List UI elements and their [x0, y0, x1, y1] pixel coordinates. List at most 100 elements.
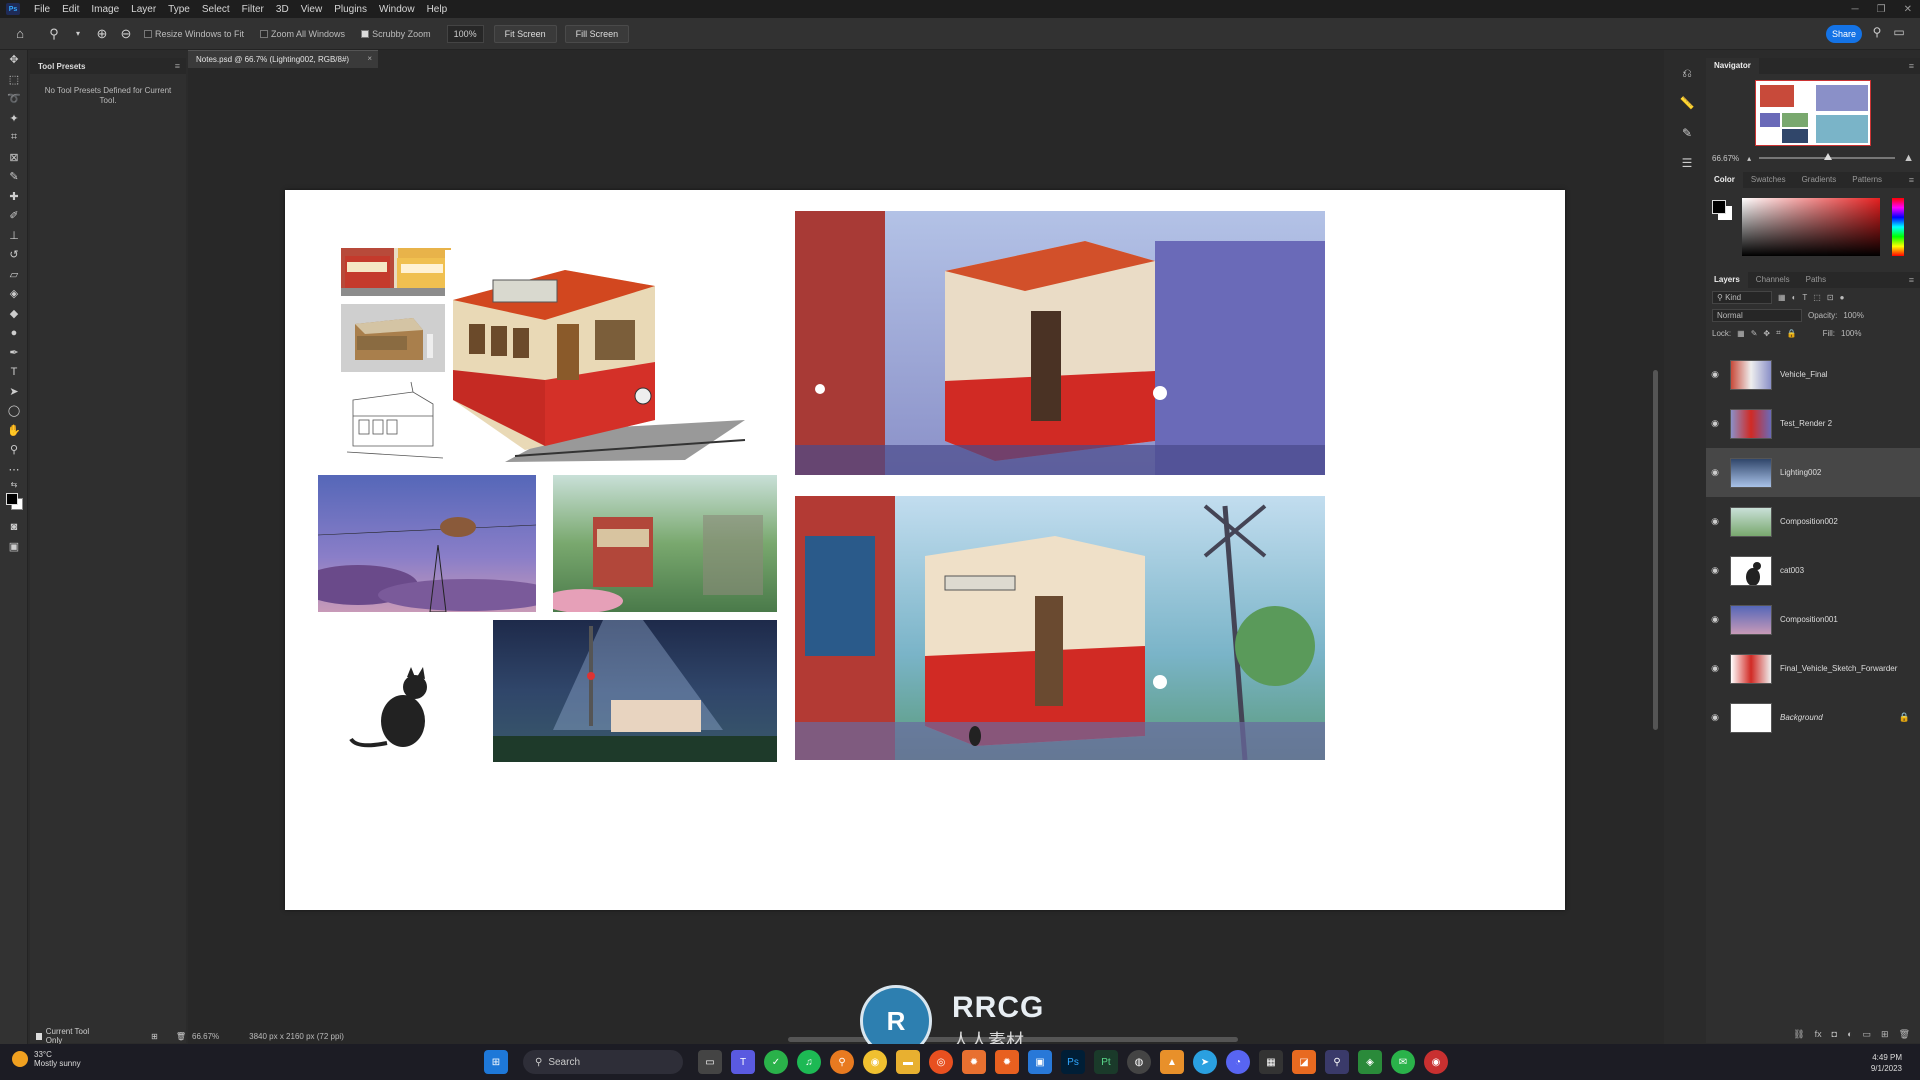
navigator-tab[interactable]: Navigator: [1706, 58, 1759, 74]
tab-gradients[interactable]: Gradients: [1794, 172, 1845, 188]
layer-row[interactable]: ◉ Vehicle_Final: [1706, 350, 1920, 399]
blender-2-icon[interactable]: ✹: [995, 1050, 1019, 1074]
resize-windows-checkbox[interactable]: Resize Windows to Fit: [144, 29, 244, 39]
app-grid-icon[interactable]: ▦: [1259, 1050, 1283, 1074]
teams-icon[interactable]: T: [731, 1050, 755, 1074]
menu-file[interactable]: File: [28, 4, 56, 15]
zoom-out-icon[interactable]: ⊖: [116, 24, 136, 44]
lock-transparency-icon[interactable]: ▦: [1737, 329, 1745, 338]
search-app-icon[interactable]: ⚲: [830, 1050, 854, 1074]
zoom-in-large-icon[interactable]: ▲: [1903, 152, 1914, 164]
panel-menu-icon[interactable]: ≡: [175, 61, 180, 71]
canvas[interactable]: [285, 190, 1565, 910]
link-layers-icon[interactable]: ⛓: [1793, 1029, 1804, 1040]
zoom-tool-icon[interactable]: ⚲: [44, 24, 64, 44]
pen-tool-icon[interactable]: ✒: [0, 343, 28, 363]
filter-toggle-icon[interactable]: ●: [1840, 293, 1845, 302]
chrome-icon[interactable]: ◉: [863, 1050, 887, 1074]
blur-tool-icon[interactable]: ◆: [0, 304, 28, 324]
tab-patterns[interactable]: Patterns: [1844, 172, 1890, 188]
minimize-icon[interactable]: ─: [1852, 4, 1859, 15]
layer-row[interactable]: ◉ Composition002: [1706, 497, 1920, 546]
vertical-scrollbar[interactable]: [1653, 370, 1658, 730]
tab-color[interactable]: Color: [1706, 172, 1743, 188]
app-nvidia-icon[interactable]: ◈: [1358, 1050, 1382, 1074]
panel-menu-icon[interactable]: ≡: [1909, 175, 1914, 185]
tab-paths[interactable]: Paths: [1798, 272, 1834, 288]
hue-slider[interactable]: [1892, 198, 1904, 256]
telegram-icon[interactable]: ➤: [1193, 1050, 1217, 1074]
eye-icon[interactable]: ◉: [1706, 614, 1724, 625]
layer-row[interactable]: ◉ Final_Vehicle_Sketch_Forwarder: [1706, 644, 1920, 693]
filter-pixel-icon[interactable]: ▦: [1778, 293, 1786, 302]
restore-icon[interactable]: ❐: [1877, 4, 1886, 15]
layer-row[interactable]: ◉ Lighting002: [1706, 448, 1920, 497]
windows-start-icon[interactable]: ⊞: [484, 1050, 508, 1074]
blend-mode-select[interactable]: Normal: [1712, 308, 1802, 322]
path-selection-tool-icon[interactable]: ➤: [0, 382, 28, 402]
scrubby-zoom-checkbox[interactable]: Scrubby Zoom: [361, 29, 431, 39]
type-tool-icon[interactable]: T: [0, 362, 28, 382]
filter-type-icon[interactable]: T: [1802, 293, 1807, 302]
color-fg-bg-swatches[interactable]: [1712, 200, 1734, 222]
eye-icon[interactable]: ◉: [1706, 369, 1724, 380]
foreground-color[interactable]: [6, 493, 18, 505]
panel-menu-icon[interactable]: ≡: [1909, 61, 1914, 71]
menu-window[interactable]: Window: [373, 4, 421, 15]
navigator-zoom-slider[interactable]: [1759, 153, 1896, 160]
quick-mask-icon[interactable]: ◙: [0, 517, 28, 537]
lock-pixels-icon[interactable]: ✎: [1751, 329, 1758, 338]
magic-wand-tool-icon[interactable]: ✦: [0, 109, 28, 129]
dodge-tool-icon[interactable]: ●: [0, 323, 28, 343]
chevron-down-icon[interactable]: ▾: [68, 24, 88, 44]
shape-tool-icon[interactable]: ◯: [0, 401, 28, 421]
zoom-tool-icon[interactable]: ⚲: [0, 440, 28, 460]
lock-position-icon[interactable]: ✥: [1763, 329, 1770, 338]
layer-row[interactable]: ◉ Test_Render 2: [1706, 399, 1920, 448]
fill-value[interactable]: 100%: [1841, 329, 1861, 338]
discord-icon[interactable]: ◔: [1226, 1050, 1250, 1074]
app-red-icon[interactable]: ◉: [1424, 1050, 1448, 1074]
photoshop-taskbar-icon[interactable]: Ps: [1061, 1050, 1085, 1074]
zoom-percent-field[interactable]: 100%: [446, 24, 484, 43]
filter-adjustment-icon[interactable]: ◐: [1792, 293, 1797, 302]
menu-layer[interactable]: Layer: [125, 4, 162, 15]
blender-icon[interactable]: ✹: [962, 1050, 986, 1074]
eye-icon[interactable]: ◉: [1706, 418, 1724, 429]
task-view-icon[interactable]: ▭: [698, 1050, 722, 1074]
panel-menu-icon[interactable]: ≡: [1909, 275, 1914, 285]
menu-3d[interactable]: 3D: [270, 4, 295, 15]
hand-tool-icon[interactable]: ✋: [0, 421, 28, 441]
wechat-icon[interactable]: ✉: [1391, 1050, 1415, 1074]
eyedropper-tool-icon[interactable]: ✎: [0, 167, 28, 187]
crop-tool-icon[interactable]: ⌗: [0, 128, 28, 148]
layer-mask-icon[interactable]: ◘: [1832, 1029, 1837, 1039]
zoom-out-small-icon[interactable]: ▴: [1747, 154, 1751, 163]
workspace-icon[interactable]: ▭: [1890, 25, 1908, 43]
lasso-tool-icon[interactable]: ➰: [0, 89, 28, 109]
new-preset-icon[interactable]: ⊞: [151, 1032, 158, 1041]
eye-icon[interactable]: ◉: [1706, 467, 1724, 478]
share-button[interactable]: Share: [1826, 25, 1862, 43]
screen-mode-icon[interactable]: ▣: [0, 537, 28, 557]
navigator-zoom-value[interactable]: 66.67%: [1712, 154, 1739, 163]
file-explorer-icon[interactable]: ▬: [896, 1050, 920, 1074]
status-zoom[interactable]: 66.67%: [192, 1032, 219, 1041]
steam-icon[interactable]: ◍: [1127, 1050, 1151, 1074]
app-green-icon[interactable]: ✓: [764, 1050, 788, 1074]
eye-icon[interactable]: ◉: [1706, 712, 1724, 723]
zoom-in-icon[interactable]: ⊕: [92, 24, 112, 44]
menu-plugins[interactable]: Plugins: [328, 4, 373, 15]
fill-screen-button[interactable]: Fill Screen: [564, 24, 630, 43]
filter-shape-icon[interactable]: ⬚: [1813, 293, 1821, 302]
system-clock[interactable]: 4:49 PM 9/1/2023: [1871, 1052, 1902, 1074]
tool-presets-tab[interactable]: Tool Presets: [30, 58, 186, 74]
layer-row[interactable]: ◉ Composition001: [1706, 595, 1920, 644]
eraser-tool-icon[interactable]: ▱: [0, 265, 28, 285]
menu-edit[interactable]: Edit: [56, 4, 85, 15]
opacity-value[interactable]: 100%: [1843, 311, 1863, 320]
tab-layers[interactable]: Layers: [1706, 272, 1748, 288]
delete-layer-icon[interactable]: 🗑: [1899, 1029, 1910, 1040]
eye-icon[interactable]: ◉: [1706, 516, 1724, 527]
layer-kind-filter[interactable]: ⚲ Kind: [1712, 290, 1772, 304]
